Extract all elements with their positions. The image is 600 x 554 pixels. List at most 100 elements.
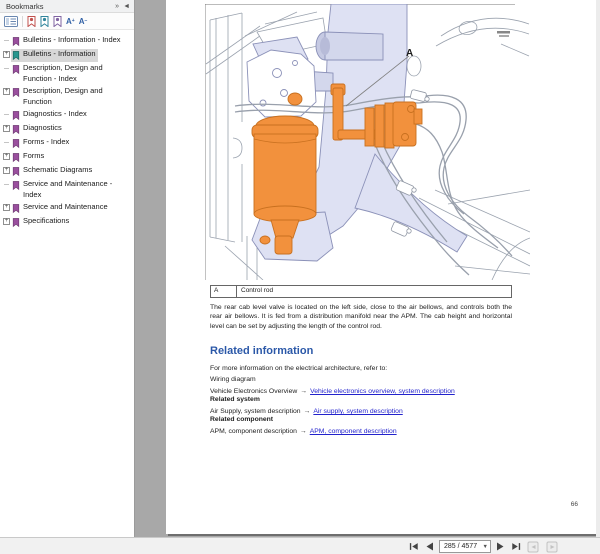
- bookmark-item[interactable]: + Bulletins - Information - Index: [2, 35, 133, 48]
- bookmark-item[interactable]: + Diagnostics - Index: [2, 109, 133, 122]
- ref-line-air-supply: Air Supply, system description→Air suppl…: [210, 408, 512, 415]
- expander-plus-icon[interactable]: +: [3, 204, 10, 211]
- bookmark-tool-teal-icon[interactable]: [40, 15, 49, 28]
- previous-view-icon[interactable]: [527, 541, 540, 553]
- bookmark-item[interactable]: + Diagnostics: [2, 123, 133, 136]
- bookmark-ribbon-icon: [12, 203, 20, 214]
- ref-line-apm: APM, component description→APM, componen…: [210, 428, 512, 435]
- link-apm-component-description[interactable]: APM, component description: [310, 428, 397, 435]
- bookmark-item-label: Diagnostics: [23, 123, 62, 134]
- pdf-page: A A Control rod The rear cab level valve…: [166, 0, 596, 534]
- vertical-scrollbar[interactable]: [596, 0, 600, 537]
- bookmark-tool-red-icon[interactable]: [27, 15, 36, 28]
- arrow-glyph: →: [300, 388, 307, 395]
- bookmark-item-label: Forms - Index: [23, 137, 69, 148]
- arrow-glyph: →: [304, 408, 311, 415]
- panel-options-icon[interactable]: [4, 15, 18, 28]
- bookmark-item[interactable]: + Service and Maintenance - Index: [2, 179, 133, 201]
- expander-plus-icon[interactable]: +: [3, 125, 10, 132]
- page-navigation: 285 / 4577 ▼: [408, 539, 558, 554]
- bookmarks-panel: Bookmarks » ◄ A+ A− + Bulletins - Inform…: [0, 0, 135, 537]
- bookmark-ribbon-icon: [12, 217, 20, 228]
- previous-page-button[interactable]: [424, 541, 434, 552]
- bookmark-item-label: Forms: [23, 151, 44, 162]
- expander-plus-icon[interactable]: +: [3, 88, 10, 95]
- wiring-diagram-line: Wiring diagram: [210, 376, 512, 383]
- bookmarks-panel-header: Bookmarks » ◄: [0, 0, 134, 13]
- bookmark-item-label: Service and Maintenance - Index: [23, 179, 127, 200]
- bookmark-item[interactable]: + Forms: [2, 151, 133, 164]
- tree-dash: [4, 114, 9, 115]
- page-number-input[interactable]: 285 / 4577 ▼: [439, 540, 491, 553]
- related-intro: For more information on the electrical a…: [210, 365, 512, 372]
- first-page-button[interactable]: [408, 541, 419, 552]
- bookmark-item-label: Diagnostics - Index: [23, 109, 87, 120]
- bookmark-ribbon-icon: [12, 152, 20, 163]
- page-dropdown-caret-icon[interactable]: ▼: [483, 544, 488, 550]
- bookmarks-toolbar: A+ A−: [0, 13, 134, 30]
- printed-page-number: 66: [571, 501, 578, 508]
- bookmark-item-label: Service and Maintenance: [23, 202, 108, 213]
- tree-dash: [4, 68, 9, 69]
- cab-bracket-lineart: [247, 50, 316, 117]
- bookmark-ribbon-icon: [12, 166, 20, 177]
- figure-callout-a: A: [406, 48, 413, 59]
- next-view-icon[interactable]: [545, 541, 558, 553]
- tree-dash: [4, 184, 9, 185]
- bookmark-tool-purple-icon[interactable]: [53, 15, 62, 28]
- bookmark-item[interactable]: + Service and Maintenance: [2, 202, 133, 215]
- page-text-block: The rear cab level valve is located on t…: [210, 303, 512, 435]
- legend-value: Control rod: [237, 286, 511, 297]
- increase-text-size-icon[interactable]: A+: [66, 15, 75, 28]
- bookmark-item[interactable]: + Description, Design and Function: [2, 86, 133, 108]
- bookmark-item-label: Description, Design and Function - Index: [23, 63, 127, 84]
- related-information-heading: Related information: [210, 345, 512, 357]
- bookmarks-tree: + Bulletins - Information - Index + Bull…: [0, 30, 134, 234]
- expander-plus-icon[interactable]: +: [3, 218, 10, 225]
- bookmark-item[interactable]: + Description, Design and Function - Ind…: [2, 63, 133, 85]
- dock-panel-icon[interactable]: »: [115, 3, 119, 10]
- page-number-value[interactable]: 285 / 4577: [444, 543, 483, 550]
- tree-dash: [4, 40, 9, 41]
- related-system-subhead: Related system: [210, 396, 512, 403]
- bookmark-item-label: Schematic Diagrams: [23, 165, 92, 176]
- bookmark-ribbon-icon: [12, 87, 20, 98]
- bookmarks-panel-title: Bookmarks: [6, 2, 111, 11]
- bookmark-ribbon-icon: [12, 64, 20, 75]
- bookmark-ribbon-icon: [12, 138, 20, 149]
- link-vehicle-electronics-overview[interactable]: Vehicle electronics overview, system des…: [310, 388, 455, 395]
- expander-plus-icon[interactable]: +: [3, 167, 10, 174]
- bookmark-ribbon-icon: [12, 50, 20, 61]
- expander-plus-icon[interactable]: +: [3, 51, 10, 58]
- ref-line-vehicle-electronics: Vehicle Electronics Overview→Vehicle ele…: [210, 388, 512, 395]
- last-page-button[interactable]: [511, 541, 522, 552]
- bookmark-ribbon-icon: [12, 110, 20, 121]
- bookmark-item-label: Description, Design and Function: [23, 86, 127, 107]
- bookmark-item[interactable]: + Bulletins - Information: [2, 49, 133, 62]
- body-paragraph: The rear cab level valve is located on t…: [210, 303, 512, 331]
- collapse-panel-icon[interactable]: ◄: [123, 3, 130, 10]
- next-page-button[interactable]: [496, 541, 506, 552]
- tiny-decal-mark: [497, 31, 510, 34]
- bookmark-item[interactable]: + Forms - Index: [2, 137, 133, 150]
- expander-plus-icon[interactable]: +: [3, 153, 10, 160]
- bookmark-item-label: Bulletins - Information: [23, 49, 96, 60]
- tree-dash: [4, 142, 9, 143]
- bookmark-item-label: Bulletins - Information - Index: [23, 35, 121, 46]
- link-air-supply-system-description[interactable]: Air supply, system description: [313, 408, 402, 415]
- bookmark-ribbon-icon: [12, 180, 20, 191]
- bookmark-item[interactable]: + Specifications: [2, 216, 133, 229]
- document-viewport: A A Control rod The rear cab level valve…: [136, 0, 600, 537]
- bookmark-ribbon-icon: [12, 124, 20, 135]
- bookmark-ribbon-icon: [12, 36, 20, 47]
- cab-level-valve-figure: A: [205, 4, 530, 280]
- bookmark-item-label: Specifications: [23, 216, 69, 227]
- legend-key: A: [211, 286, 237, 297]
- decrease-text-size-icon[interactable]: A−: [79, 15, 88, 28]
- related-component-subhead: Related component: [210, 416, 512, 423]
- arrow-glyph: →: [300, 428, 307, 435]
- bookmark-item[interactable]: + Schematic Diagrams: [2, 165, 133, 178]
- figure-legend-table: A Control rod: [210, 285, 512, 298]
- toolbar-separator: [22, 16, 23, 27]
- status-bar: 285 / 4577 ▼: [0, 537, 600, 554]
